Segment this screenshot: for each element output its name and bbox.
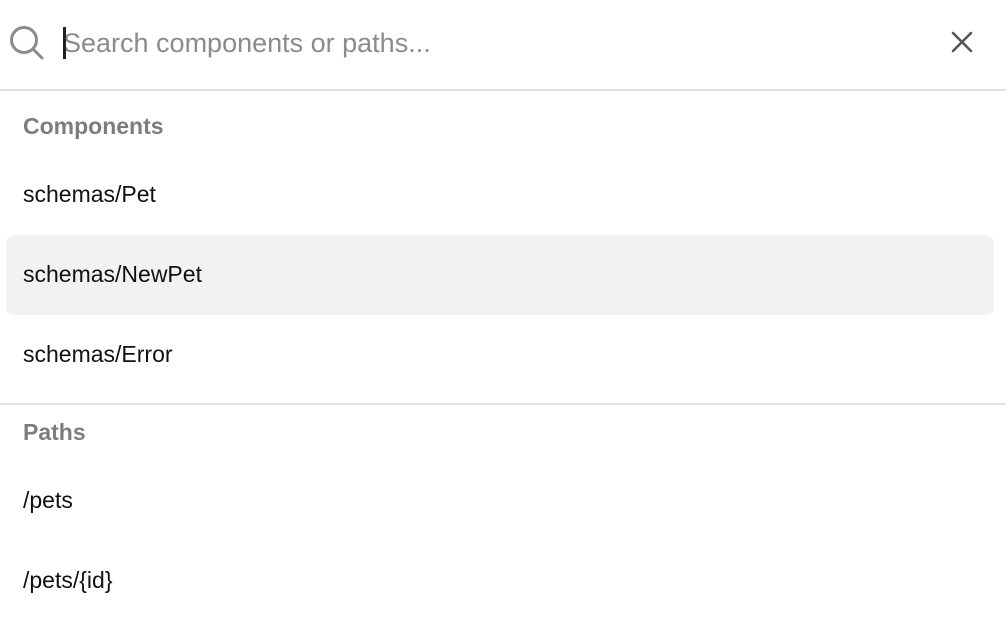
list-item-path-pets-id[interactable]: /pets/{id}: [6, 541, 994, 620]
list-item-schemas-pet[interactable]: schemas/Pet: [6, 155, 994, 235]
list-item-schemas-error[interactable]: schemas/Error: [6, 315, 994, 395]
list-item-label: /pets: [23, 487, 73, 513]
list-item-label: schemas/NewPet: [23, 261, 202, 287]
list-item-label: schemas/Pet: [23, 181, 156, 207]
close-icon[interactable]: [948, 28, 976, 56]
list-item-label: schemas/Error: [23, 341, 173, 367]
search-icon: [10, 26, 44, 60]
section-header-paths: Paths: [23, 419, 86, 445]
command-palette: Components schemas/Pet schemas/NewPet sc…: [0, 0, 1006, 620]
section-divider: [0, 403, 1006, 405]
search-input[interactable]: [63, 22, 923, 64]
search-bar: [0, 0, 1006, 91]
section-header-components: Components: [23, 113, 164, 139]
list-item-label: /pets/{id}: [23, 567, 113, 593]
list-item-path-pets[interactable]: /pets: [6, 461, 994, 541]
list-item-schemas-newpet[interactable]: schemas/NewPet: [6, 235, 994, 315]
text-cursor: [63, 27, 66, 59]
